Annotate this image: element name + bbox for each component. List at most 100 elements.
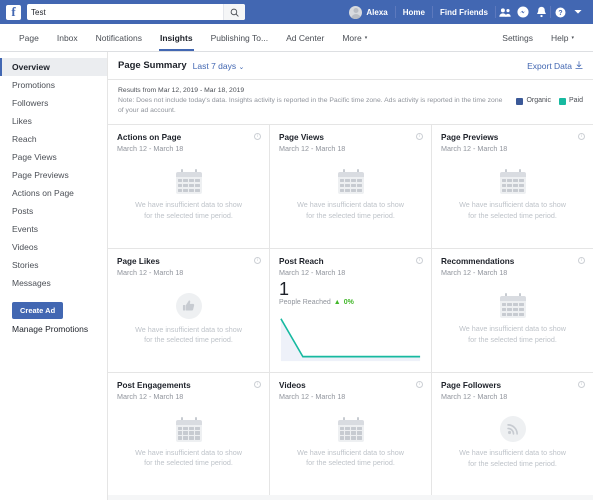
sidebar-item-label: Page Views bbox=[12, 152, 57, 162]
sidebar-item-promotions[interactable]: Promotions bbox=[0, 76, 107, 94]
page-summary-header: Page Summary Last 7 days ⌄ Export Data bbox=[108, 52, 593, 80]
card-page-views[interactable]: i Page Views March 12 - March 18 We have… bbox=[270, 124, 431, 248]
account-name-button[interactable]: Alexa bbox=[342, 3, 394, 21]
help-label: Help bbox=[551, 32, 569, 43]
sidebar-item-messages[interactable]: Messages bbox=[0, 274, 107, 292]
empty-state-message: We have insufficient data to show for th… bbox=[459, 448, 566, 468]
tab-ad-center[interactable]: Ad Center bbox=[277, 24, 333, 51]
download-icon bbox=[575, 61, 583, 69]
search-icon bbox=[230, 8, 239, 17]
card-body: We have insufficient data to show for th… bbox=[279, 401, 422, 485]
card-date: March 12 - March 18 bbox=[117, 391, 184, 401]
legend-label: Paid bbox=[568, 97, 583, 104]
messenger-button[interactable] bbox=[514, 3, 532, 21]
results-range-line: Results from Mar 12, 2019 - Mar 18, 2019 bbox=[118, 87, 245, 94]
insights-cards-grid: i Actions on Page March 12 - March 18 We… bbox=[108, 124, 593, 495]
sidebar-item-actions-on-page[interactable]: Actions on Page bbox=[0, 184, 107, 202]
card-actions-on-page[interactable]: i Actions on Page March 12 - March 18 We… bbox=[108, 124, 269, 248]
help-button[interactable]: ? bbox=[551, 3, 569, 21]
facebook-top-bar: f Alexa Home Find Friends bbox=[0, 0, 593, 24]
card-title: Actions on Page bbox=[117, 132, 182, 142]
card-title: Videos bbox=[279, 380, 306, 390]
sidebar-item-overview[interactable]: Overview bbox=[0, 58, 107, 76]
sidebar-item-label: Followers bbox=[12, 98, 49, 108]
chevron-down-icon: ▾ bbox=[571, 34, 574, 41]
card-post-reach[interactable]: i Post Reach March 12 - March 18 1 Peopl… bbox=[270, 248, 431, 372]
card-body: We have insufficient data to show for th… bbox=[279, 153, 422, 238]
card-post-engagements[interactable]: i Post Engagements March 12 - March 18 W… bbox=[108, 372, 269, 495]
tab-notifications[interactable]: Notifications bbox=[87, 24, 151, 51]
friend-requests-button[interactable] bbox=[496, 3, 514, 21]
card-page-previews[interactable]: i Page Previews March 12 - March 18 We h… bbox=[432, 124, 593, 248]
sidebar-item-videos[interactable]: Videos bbox=[0, 238, 107, 256]
info-icon[interactable]: i bbox=[578, 380, 585, 388]
sidebar-item-reach[interactable]: Reach bbox=[0, 130, 107, 148]
tab-label: Notifications bbox=[95, 32, 142, 43]
card-date: March 12 - March 18 bbox=[279, 267, 346, 277]
home-link[interactable]: Home bbox=[396, 3, 432, 21]
calendar-icon bbox=[499, 293, 526, 319]
info-icon[interactable]: i bbox=[578, 132, 585, 140]
sidebar-item-label: Posts bbox=[12, 206, 34, 216]
account-dropdown-button[interactable] bbox=[569, 3, 587, 21]
find-friends-link[interactable]: Find Friends bbox=[433, 3, 495, 21]
sidebar-item-posts[interactable]: Posts bbox=[0, 202, 107, 220]
settings-link[interactable]: Settings bbox=[493, 24, 542, 51]
info-icon[interactable]: i bbox=[416, 380, 423, 388]
info-icon[interactable]: i bbox=[416, 132, 423, 140]
info-icon[interactable]: i bbox=[254, 132, 261, 140]
card-body: We have insufficient data to show for th… bbox=[117, 401, 260, 485]
tab-publishing-tools[interactable]: Publishing To... bbox=[202, 24, 278, 51]
card-title: Recommendations bbox=[441, 256, 515, 266]
card-date: March 12 - March 18 bbox=[441, 143, 508, 153]
sidebar-item-stories[interactable]: Stories bbox=[0, 256, 107, 274]
tab-insights[interactable]: Insights bbox=[151, 24, 202, 51]
account-dropdown-icon bbox=[574, 10, 582, 14]
sidebar-item-label: Videos bbox=[12, 242, 38, 252]
card-body: We have insufficient data to show for th… bbox=[441, 401, 584, 485]
tab-page[interactable]: Page bbox=[10, 24, 48, 51]
sidebar-item-events[interactable]: Events bbox=[0, 220, 107, 238]
card-recommendations[interactable]: i Recommendations March 12 - March 18 We… bbox=[432, 248, 593, 372]
manage-promotions-link[interactable]: Manage Promotions bbox=[0, 319, 107, 334]
page-title: Page Summary bbox=[118, 60, 187, 71]
empty-state-message: We have insufficient data to show for th… bbox=[135, 324, 242, 345]
page-subnav: Page Inbox Notifications Insights Publis… bbox=[0, 24, 593, 52]
empty-state-message: We have insufficient data to show for th… bbox=[459, 200, 566, 220]
info-icon[interactable]: i bbox=[254, 256, 261, 264]
card-title: Page Previews bbox=[441, 132, 499, 142]
export-data-button[interactable]: Export Data bbox=[527, 61, 583, 71]
info-icon[interactable]: i bbox=[578, 256, 585, 264]
tab-inbox[interactable]: Inbox bbox=[48, 24, 87, 51]
notifications-button[interactable] bbox=[532, 3, 550, 21]
tab-more[interactable]: More ▾ bbox=[333, 24, 376, 51]
card-date: March 12 - March 18 bbox=[441, 391, 508, 401]
facebook-logo[interactable]: f bbox=[6, 4, 21, 20]
card-page-likes[interactable]: i Page Likes March 12 - March 18 We have… bbox=[108, 248, 269, 372]
sidebar-item-page-previews[interactable]: Page Previews bbox=[0, 166, 107, 184]
sidebar-item-followers[interactable]: Followers bbox=[0, 94, 107, 112]
card-title: Page Likes bbox=[117, 256, 160, 266]
search-button[interactable] bbox=[223, 4, 245, 20]
sidebar-item-label: Reach bbox=[12, 134, 37, 144]
help-link[interactable]: Help ▾ bbox=[542, 24, 583, 51]
empty-state-message: We have insufficient data to show for th… bbox=[297, 447, 404, 468]
search-input[interactable] bbox=[27, 7, 223, 17]
card-videos[interactable]: i Videos March 12 - March 18 We have ins… bbox=[270, 372, 431, 495]
create-ad-button[interactable]: Create Ad bbox=[12, 302, 64, 319]
sidebar-item-page-views[interactable]: Page Views bbox=[0, 148, 107, 166]
sidebar-item-likes[interactable]: Likes bbox=[0, 112, 107, 130]
sidebar-item-label: Overview bbox=[12, 62, 50, 72]
info-icon[interactable]: i bbox=[254, 380, 261, 388]
date-range-selector[interactable]: Last 7 days ⌄ bbox=[193, 61, 245, 71]
card-title: Post Engagements bbox=[117, 380, 191, 390]
chart-legend: Organic Paid bbox=[516, 86, 583, 106]
card-page-followers[interactable]: i Page Followers March 12 - March 18 We … bbox=[432, 372, 593, 495]
insights-content: Page Summary Last 7 days ⌄ Export Data R… bbox=[108, 52, 593, 500]
delta-value: 0% bbox=[343, 299, 354, 307]
export-data-label: Export Data bbox=[527, 60, 572, 71]
info-icon[interactable]: i bbox=[416, 256, 423, 264]
card-title: Post Reach bbox=[279, 256, 324, 266]
search-box[interactable] bbox=[27, 4, 245, 20]
rss-signal-icon bbox=[499, 416, 526, 443]
